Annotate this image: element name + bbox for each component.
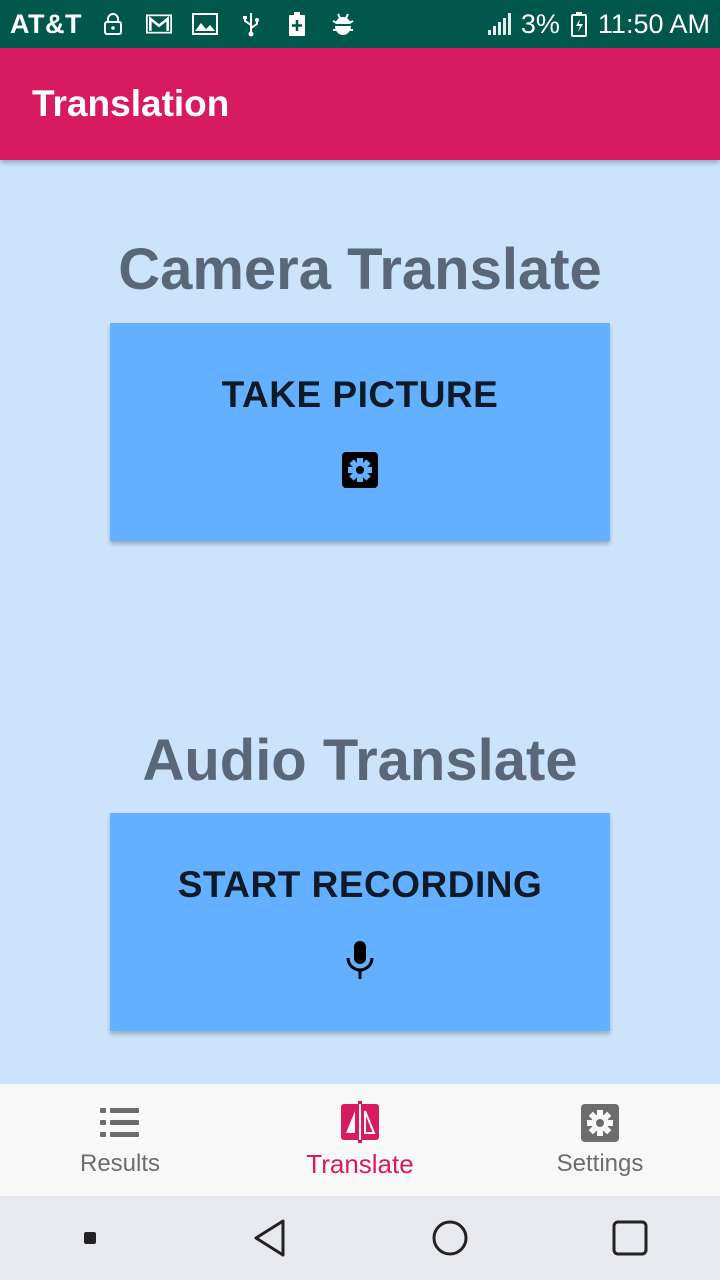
lock-icon: [100, 11, 126, 37]
bottom-navigation: Results Translate Settings: [0, 1084, 720, 1196]
nav-label-results: Results: [79, 1150, 161, 1177]
battery-icon: [566, 11, 592, 37]
android-debug-icon: [330, 11, 356, 37]
clock: 11:50 AM: [597, 8, 710, 39]
nav-label-translate: Translate: [306, 1148, 414, 1179]
keyboard-switch-button[interactable]: [50, 1208, 130, 1268]
take-picture-label: TAKE PICTURE: [221, 374, 499, 415]
start-recording-button[interactable]: START RECORDING: [110, 813, 610, 1031]
take-picture-button[interactable]: TAKE PICTURE: [110, 323, 610, 541]
start-recording-label: START RECORDING: [177, 864, 543, 905]
settings-icon: [579, 1102, 621, 1144]
nav-item-translate[interactable]: Translate: [240, 1084, 480, 1196]
nav-item-results[interactable]: Results: [0, 1084, 240, 1196]
signal-icon: [487, 13, 511, 35]
usb-icon: [238, 11, 264, 37]
carrier-label: AT&T: [10, 8, 82, 39]
status-bar: AT&T 3% 11:50 AM: [0, 0, 720, 48]
nav-item-settings[interactable]: Settings: [480, 1084, 720, 1196]
status-right: 3% 11:50 AM: [487, 8, 710, 40]
app-bar: Translation: [0, 48, 720, 160]
image-icon: [191, 11, 218, 37]
audio-section-title: Audio Translate: [142, 728, 578, 793]
home-button[interactable]: [410, 1208, 490, 1268]
camera-section-title: Camera Translate: [118, 237, 602, 302]
microphone-icon: [340, 940, 380, 980]
list-icon: [99, 1102, 141, 1144]
screen: AT&T 3% 11:50 AM Translation Camera Tran…: [0, 0, 720, 1280]
camera-settings-icon: [340, 450, 380, 490]
app-title: Translation: [32, 83, 230, 124]
battery-charging-icon: [284, 11, 310, 37]
system-navigation-bar: [0, 1196, 720, 1280]
nav-label-settings: Settings: [556, 1150, 644, 1177]
notification-icons: [100, 11, 356, 37]
back-button[interactable]: [230, 1208, 310, 1268]
recents-button[interactable]: [590, 1208, 670, 1268]
gmail-icon: [145, 11, 172, 37]
translate-icon: [339, 1100, 381, 1143]
battery-percent: 3%: [520, 8, 560, 39]
